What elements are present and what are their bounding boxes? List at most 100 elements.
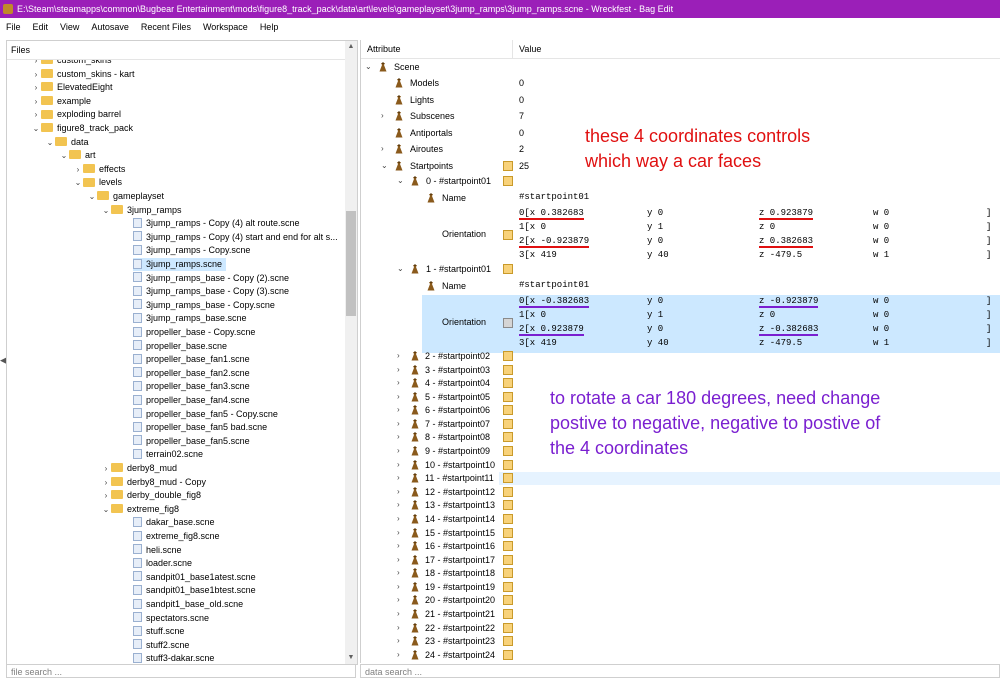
chevron-icon[interactable]: › (397, 648, 400, 662)
file-item[interactable]: dakar_base.scne (7, 516, 215, 529)
files-scrollbar[interactable]: ▲ ▼ (345, 41, 357, 664)
file-item[interactable]: 3jump_ramps_base.scne (7, 312, 247, 325)
folder-item[interactable]: ⌄ data (7, 136, 89, 149)
chevron-icon[interactable]: › (397, 526, 400, 540)
file-item[interactable]: 3jump_ramps.scne (133, 258, 227, 271)
chevron-icon[interactable]: › (31, 95, 41, 108)
scroll-up-icon[interactable]: ▲ (345, 41, 357, 53)
startpoint-row[interactable]: › 22 - #startpoint22 (361, 621, 1000, 635)
attribute-row-lights[interactable]: Lights 0 (361, 92, 1000, 108)
chevron-icon[interactable]: ⌄ (397, 173, 404, 189)
chevron-icon[interactable]: › (397, 621, 400, 635)
chevron-icon[interactable]: ⌄ (73, 176, 83, 189)
scroll-down-icon[interactable]: ▼ (345, 652, 357, 664)
file-item[interactable]: 3jump_ramps - Copy (4) start and end for… (7, 231, 338, 244)
edit-icon[interactable] (503, 264, 513, 274)
file-item[interactable]: spectators.scne (7, 612, 209, 625)
edit-icon[interactable] (503, 351, 513, 361)
chevron-icon[interactable]: › (397, 498, 400, 512)
folder-item[interactable]: › example (7, 95, 91, 108)
startpoint-row[interactable]: › 21 - #startpoint21 (361, 607, 1000, 621)
startpoint-row[interactable]: › 24 - #startpoint24 (361, 648, 1000, 662)
startpoint-row[interactable]: › 23 - #startpoint23 (361, 634, 1000, 648)
edit-icon[interactable] (503, 568, 513, 579)
chevron-icon[interactable]: ⌄ (87, 190, 97, 203)
edit-icon[interactable] (503, 513, 513, 524)
folder-item[interactable]: ⌄ levels (7, 176, 122, 189)
file-item[interactable]: propeller_base.scne (7, 340, 227, 353)
file-item[interactable]: terrain02.scne (7, 448, 203, 461)
edit-icon[interactable] (503, 581, 513, 592)
file-item[interactable]: propeller_base_fan4.scne (7, 394, 250, 407)
edit-icon[interactable] (503, 459, 513, 470)
folder-item[interactable]: › derby8_mud - Copy (7, 476, 206, 489)
chevron-icon[interactable]: › (101, 476, 111, 489)
file-item[interactable]: sandpit01_base1btest.scne (7, 584, 256, 597)
edit-icon[interactable] (503, 622, 513, 633)
attribute-column-header[interactable]: Attribute (367, 44, 401, 54)
chevron-icon[interactable]: › (31, 108, 41, 121)
chevron-icon[interactable]: ⌄ (365, 59, 372, 75)
chevron-icon[interactable]: › (397, 349, 400, 363)
startpoint-header[interactable]: ⌄ 1 - #startpoint01 (361, 261, 1000, 277)
menu-edit[interactable]: Edit (33, 22, 49, 32)
folder-item[interactable]: › derby8_mud (7, 462, 177, 475)
edit-icon[interactable] (503, 446, 513, 457)
chevron-icon[interactable]: › (31, 68, 41, 81)
file-item[interactable]: 3jump_ramps - Copy (4) alt route.scne (7, 217, 300, 230)
chevron-icon[interactable]: › (397, 539, 400, 553)
menu-recent-files[interactable]: Recent Files (141, 22, 191, 32)
folder-item[interactable]: › exploding barrel (7, 108, 121, 121)
startpoint-row[interactable]: › 14 - #startpoint14 (361, 512, 1000, 526)
chevron-icon[interactable]: › (397, 444, 400, 458)
menu-help[interactable]: Help (260, 22, 279, 32)
file-item[interactable]: propeller_base - Copy.scne (7, 326, 255, 339)
file-item[interactable]: propeller_base_fan5 bad.scne (7, 421, 267, 434)
startpoint-row[interactable]: › 15 - #startpoint15 (361, 526, 1000, 540)
file-item[interactable]: heli.scne (7, 544, 182, 557)
chevron-icon[interactable]: › (397, 566, 400, 580)
file-item[interactable]: sandpit1_base_old.scne (7, 598, 243, 611)
file-item[interactable]: propeller_base_fan3.scne (7, 380, 250, 393)
chevron-icon[interactable]: › (31, 60, 41, 67)
startpoint-row[interactable]: › 3 - #startpoint03 (361, 363, 1000, 377)
folder-item[interactable]: ⌄ gameplayset (7, 190, 164, 203)
menu-workspace[interactable]: Workspace (203, 22, 248, 32)
file-item[interactable]: stuff.scne (7, 625, 184, 638)
chevron-icon[interactable]: › (397, 403, 400, 417)
folder-item[interactable]: ⌄ extreme_fig8 (7, 503, 179, 516)
folder-item[interactable]: ⌄ 3jump_ramps (7, 204, 182, 217)
chevron-icon[interactable]: › (397, 430, 400, 444)
file-item[interactable]: propeller_base_fan5.scne (7, 435, 250, 448)
folder-item[interactable]: › derby_double_fig8 (7, 489, 201, 502)
chevron-icon[interactable]: › (397, 634, 400, 648)
scene-row[interactable]: ⌄ Scene (361, 59, 1000, 75)
startpoint-name-row[interactable]: Name (361, 190, 1000, 206)
file-item[interactable]: propeller_base_fan2.scne (7, 367, 250, 380)
edit-icon[interactable] (503, 595, 513, 606)
startpoint-row[interactable]: › 18 - #startpoint18 (361, 566, 1000, 580)
startpoint-row[interactable]: › 17 - #startpoint17 (361, 553, 1000, 567)
chevron-icon[interactable]: › (397, 458, 400, 472)
edit-icon[interactable] (503, 636, 513, 647)
file-item[interactable]: sandpit01_base1atest.scne (7, 571, 256, 584)
file-item[interactable]: extreme_fig8.scne (7, 530, 220, 543)
chevron-icon[interactable]: › (397, 390, 400, 404)
file-search-input[interactable]: file search ... (6, 664, 356, 678)
chevron-icon[interactable]: ⌄ (45, 136, 55, 149)
edit-icon[interactable] (503, 391, 513, 402)
edit-icon[interactable] (503, 500, 513, 511)
attribute-row-models[interactable]: Models 0 (361, 75, 1000, 91)
folder-item[interactable]: › effects (7, 163, 126, 176)
edit-icon[interactable] (503, 473, 513, 484)
startpoint-name-row[interactable]: Name (361, 278, 1000, 294)
file-item[interactable]: 3jump_ramps - Copy.scne (7, 244, 250, 257)
chevron-icon[interactable]: ⌄ (381, 158, 388, 174)
scroll-thumb[interactable] (346, 211, 356, 316)
file-item[interactable]: stuff2.scne (7, 639, 189, 652)
edit-icon[interactable] (503, 160, 513, 171)
folder-item[interactable]: › ElevatedEight (7, 81, 113, 94)
edit-icon[interactable] (503, 432, 513, 443)
chevron-icon[interactable]: › (397, 363, 400, 377)
file-item[interactable]: 3jump_ramps_base - Copy.scne (7, 299, 275, 312)
